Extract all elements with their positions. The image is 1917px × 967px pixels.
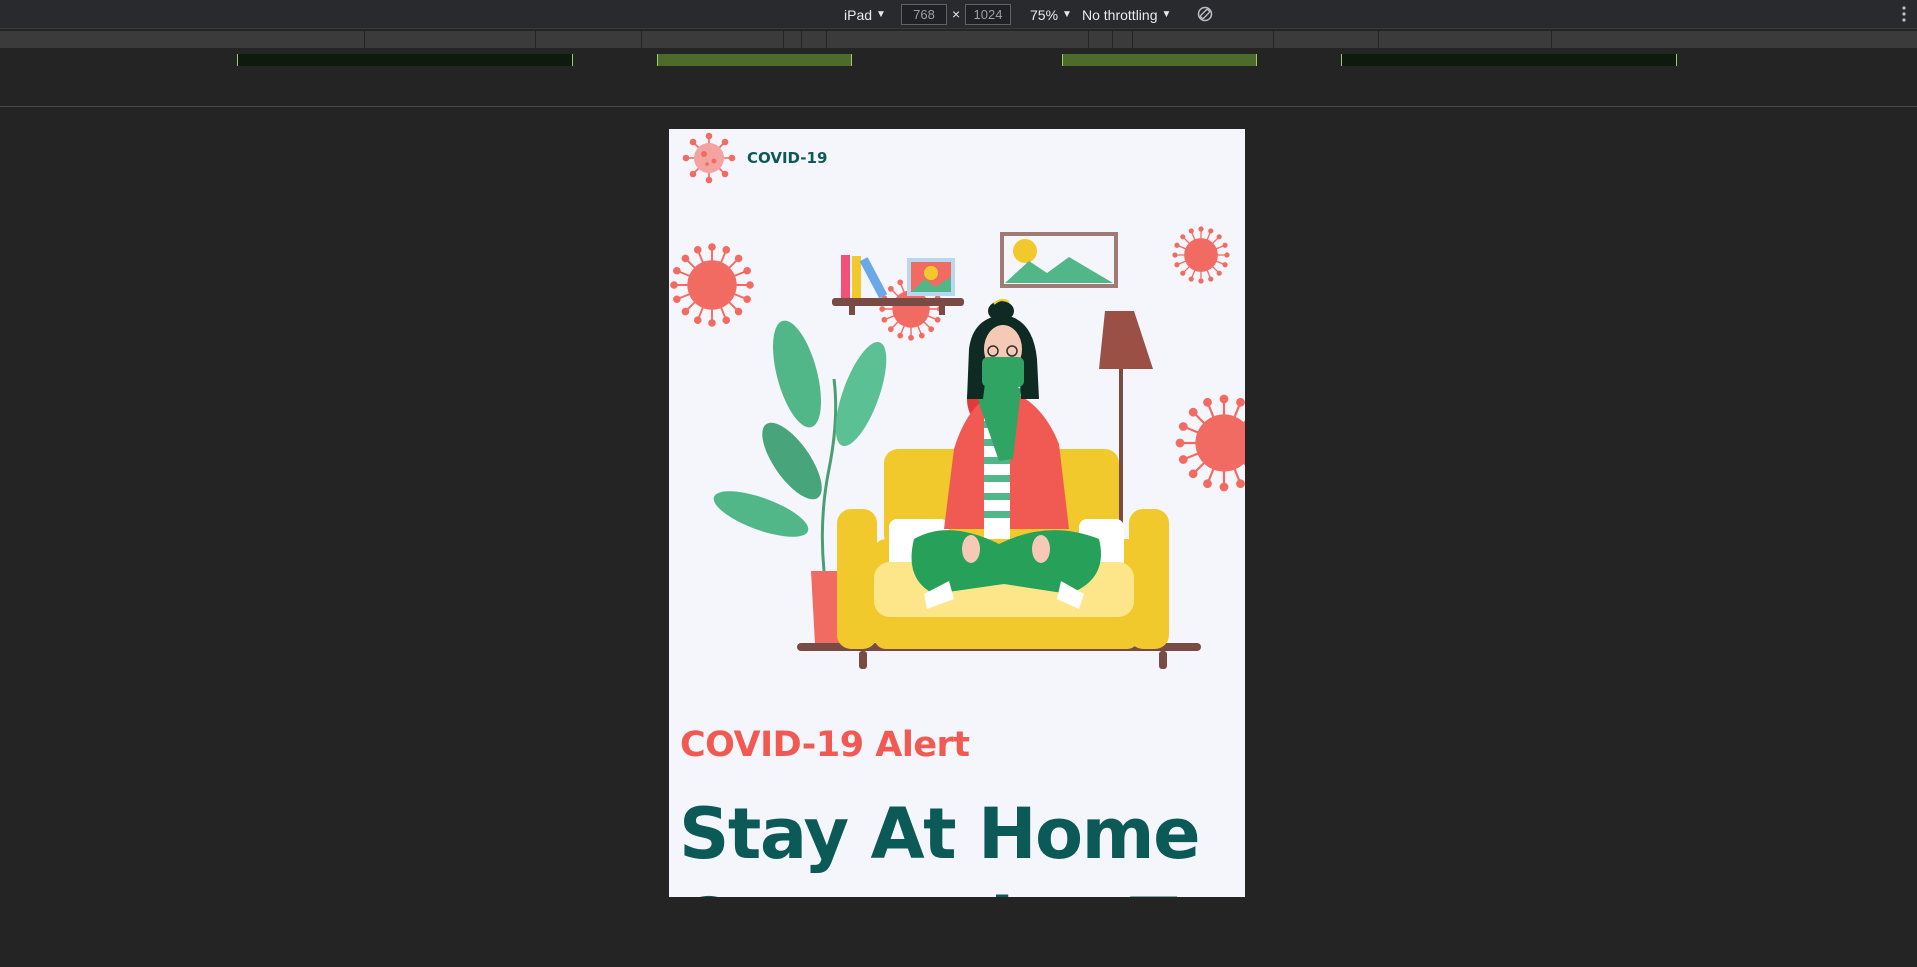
media-query-segment[interactable]	[801, 31, 802, 48]
dimension-times-icon: ×	[952, 6, 961, 22]
throttle-label: No throttling	[1082, 7, 1158, 23]
virus-graphic	[1172, 226, 1230, 284]
virus-graphic	[670, 243, 754, 327]
ruler-divider	[0, 106, 1917, 107]
book	[841, 255, 850, 298]
virus-icon[interactable]	[680, 132, 738, 184]
throttle-select[interactable]: No throttling ▼	[1082, 5, 1171, 25]
caret-down-icon: ▼	[876, 9, 886, 20]
media-query-range[interactable]	[1341, 54, 1677, 66]
virus-graphic	[1175, 394, 1245, 492]
media-query-range[interactable]	[237, 54, 573, 66]
media-query-segment[interactable]	[1273, 31, 1274, 48]
caret-down-icon: ▼	[1062, 9, 1072, 20]
wall-shelf	[832, 298, 964, 306]
book	[859, 257, 888, 299]
media-query-segment[interactable]	[826, 31, 827, 48]
site-header: COVID-19	[680, 132, 827, 184]
caret-down-icon: ▼	[1161, 9, 1172, 20]
media-query-range[interactable]	[657, 54, 852, 66]
media-query-range[interactable]	[1062, 54, 1257, 66]
media-query-segment[interactable]	[1551, 31, 1552, 48]
rotate-icon[interactable]	[1196, 5, 1214, 23]
device-toolbar: iPad ▼ 768 × 1024 75% ▼ No throttling ▼	[0, 0, 1917, 29]
book	[852, 256, 861, 298]
media-query-ranges	[0, 51, 1917, 69]
height-input[interactable]: 1024	[965, 4, 1011, 25]
device-select[interactable]: iPad ▼	[844, 5, 886, 25]
hero-illustration	[670, 226, 1245, 669]
zoom-label: 75%	[1030, 7, 1059, 23]
brand-label[interactable]: COVID-19	[747, 149, 827, 167]
media-query-segment[interactable]	[783, 31, 784, 48]
width-input[interactable]: 768	[901, 4, 947, 25]
covid-alert-heading: COVID-19 Alert	[680, 725, 970, 765]
media-query-segment[interactable]	[1132, 31, 1133, 48]
media-query-segment[interactable]	[641, 31, 642, 48]
media-query-segment[interactable]	[1088, 31, 1089, 48]
media-query-bar[interactable]	[0, 31, 1917, 48]
more-options-icon[interactable]	[1901, 5, 1907, 23]
media-query-segment[interactable]	[535, 31, 536, 48]
stay-home-headline: Stay At Home Quarantine To	[679, 793, 1215, 897]
device-label: iPad	[844, 7, 873, 23]
emulated-viewport[interactable]: COVID-19 COVID-19 Alert Stay At Home	[669, 129, 1245, 897]
floor-lamp	[1099, 311, 1153, 369]
zoom-select[interactable]: 75% ▼	[1030, 5, 1072, 25]
media-query-segment[interactable]	[364, 31, 365, 48]
media-query-segment[interactable]	[1378, 31, 1379, 48]
media-query-segment[interactable]	[1112, 31, 1113, 48]
